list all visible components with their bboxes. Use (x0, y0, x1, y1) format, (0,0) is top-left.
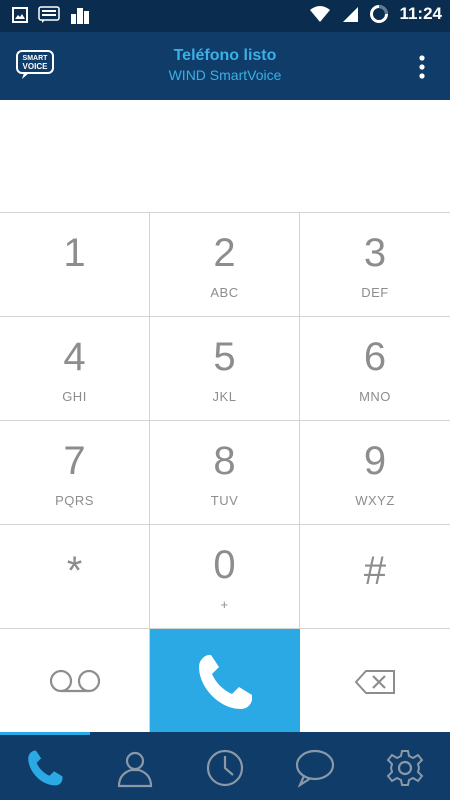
status-time: 11:24 (399, 4, 442, 23)
key-letters: WXYZ (355, 493, 395, 508)
key-letters: + (220, 597, 229, 612)
system-icons: 11:24 (309, 4, 442, 24)
bottom-tab-bar (0, 735, 450, 800)
call-button[interactable] (150, 629, 300, 733)
key-digit: 0 (213, 543, 236, 587)
key-digit: 3 (363, 231, 387, 275)
smartvoice-notification-icon (38, 6, 60, 23)
backspace-button[interactable] (300, 629, 450, 733)
key-0[interactable]: 0 + (150, 525, 300, 629)
tab-messages[interactable] (270, 735, 360, 800)
messages-icon (295, 749, 335, 788)
phone-icon (28, 750, 63, 785)
key-digit: 5 (213, 335, 236, 379)
dial-keypad: 1 2 ABC 3 DEF 4 GHI 5 JKL 6 MNO 7 PQRS 8… (0, 212, 450, 733)
key-digit: 6 (363, 335, 387, 379)
key-8[interactable]: 8 TUV (150, 421, 300, 525)
app-bar: SMART VOICE Teléfono listo WIND SmartVoi… (0, 32, 450, 100)
call-icon (199, 655, 252, 709)
key-digit: 2 (213, 231, 236, 275)
key-digit: 7 (63, 439, 86, 483)
key-6[interactable]: 6 MNO (300, 317, 450, 421)
key-1[interactable]: 1 (0, 213, 150, 317)
page-subtitle: WIND SmartVoice (168, 67, 282, 83)
tab-settings[interactable] (360, 735, 450, 800)
key-letters: DEF (361, 285, 389, 300)
voicemail-button[interactable] (0, 629, 150, 733)
key-digit: 9 (363, 439, 387, 483)
key-4[interactable]: 4 GHI (0, 317, 150, 421)
tab-history[interactable] (180, 735, 270, 800)
app-titles: Teléfono listo WIND SmartVoice (0, 46, 450, 84)
buildings-icon (71, 8, 89, 24)
key-7[interactable]: 7 PQRS (0, 421, 150, 525)
page-title: Teléfono listo (173, 47, 277, 64)
battery-icon (370, 5, 389, 23)
key-5[interactable]: 5 JKL (150, 317, 300, 421)
key-letters: PQRS (55, 493, 94, 508)
voicemail-icon (49, 669, 101, 693)
key-letters: ABC (210, 285, 239, 300)
key-letters: MNO (359, 389, 391, 404)
status-bar: 11:24 (0, 0, 450, 32)
settings-icon (386, 749, 424, 786)
tab-phone[interactable] (0, 735, 90, 800)
notification-icons (12, 6, 90, 24)
history-icon (206, 749, 244, 786)
key-letters: GHI (62, 389, 87, 404)
signal-icon (343, 7, 359, 22)
key-hash[interactable]: # (300, 525, 450, 629)
image-icon (12, 7, 28, 23)
tab-contacts[interactable] (90, 735, 180, 800)
wifi-icon (310, 6, 331, 22)
key-3[interactable]: 3 DEF (300, 213, 450, 317)
key-2[interactable]: 2 ABC (150, 213, 300, 317)
key-letters: TUV (210, 493, 239, 508)
key-letters: JKL (212, 389, 237, 404)
more-vert-icon[interactable] (414, 54, 430, 80)
backspace-icon (354, 670, 395, 694)
number-display[interactable] (0, 100, 450, 212)
key-star[interactable]: * (0, 525, 150, 629)
contacts-icon (117, 751, 153, 787)
key-digit: 4 (63, 335, 86, 379)
key-digit: 8 (213, 439, 236, 483)
key-9[interactable]: 9 WXYZ (300, 421, 450, 525)
key-digit: # (363, 549, 387, 593)
key-digit: * (66, 549, 83, 593)
key-digit: 1 (63, 231, 86, 275)
